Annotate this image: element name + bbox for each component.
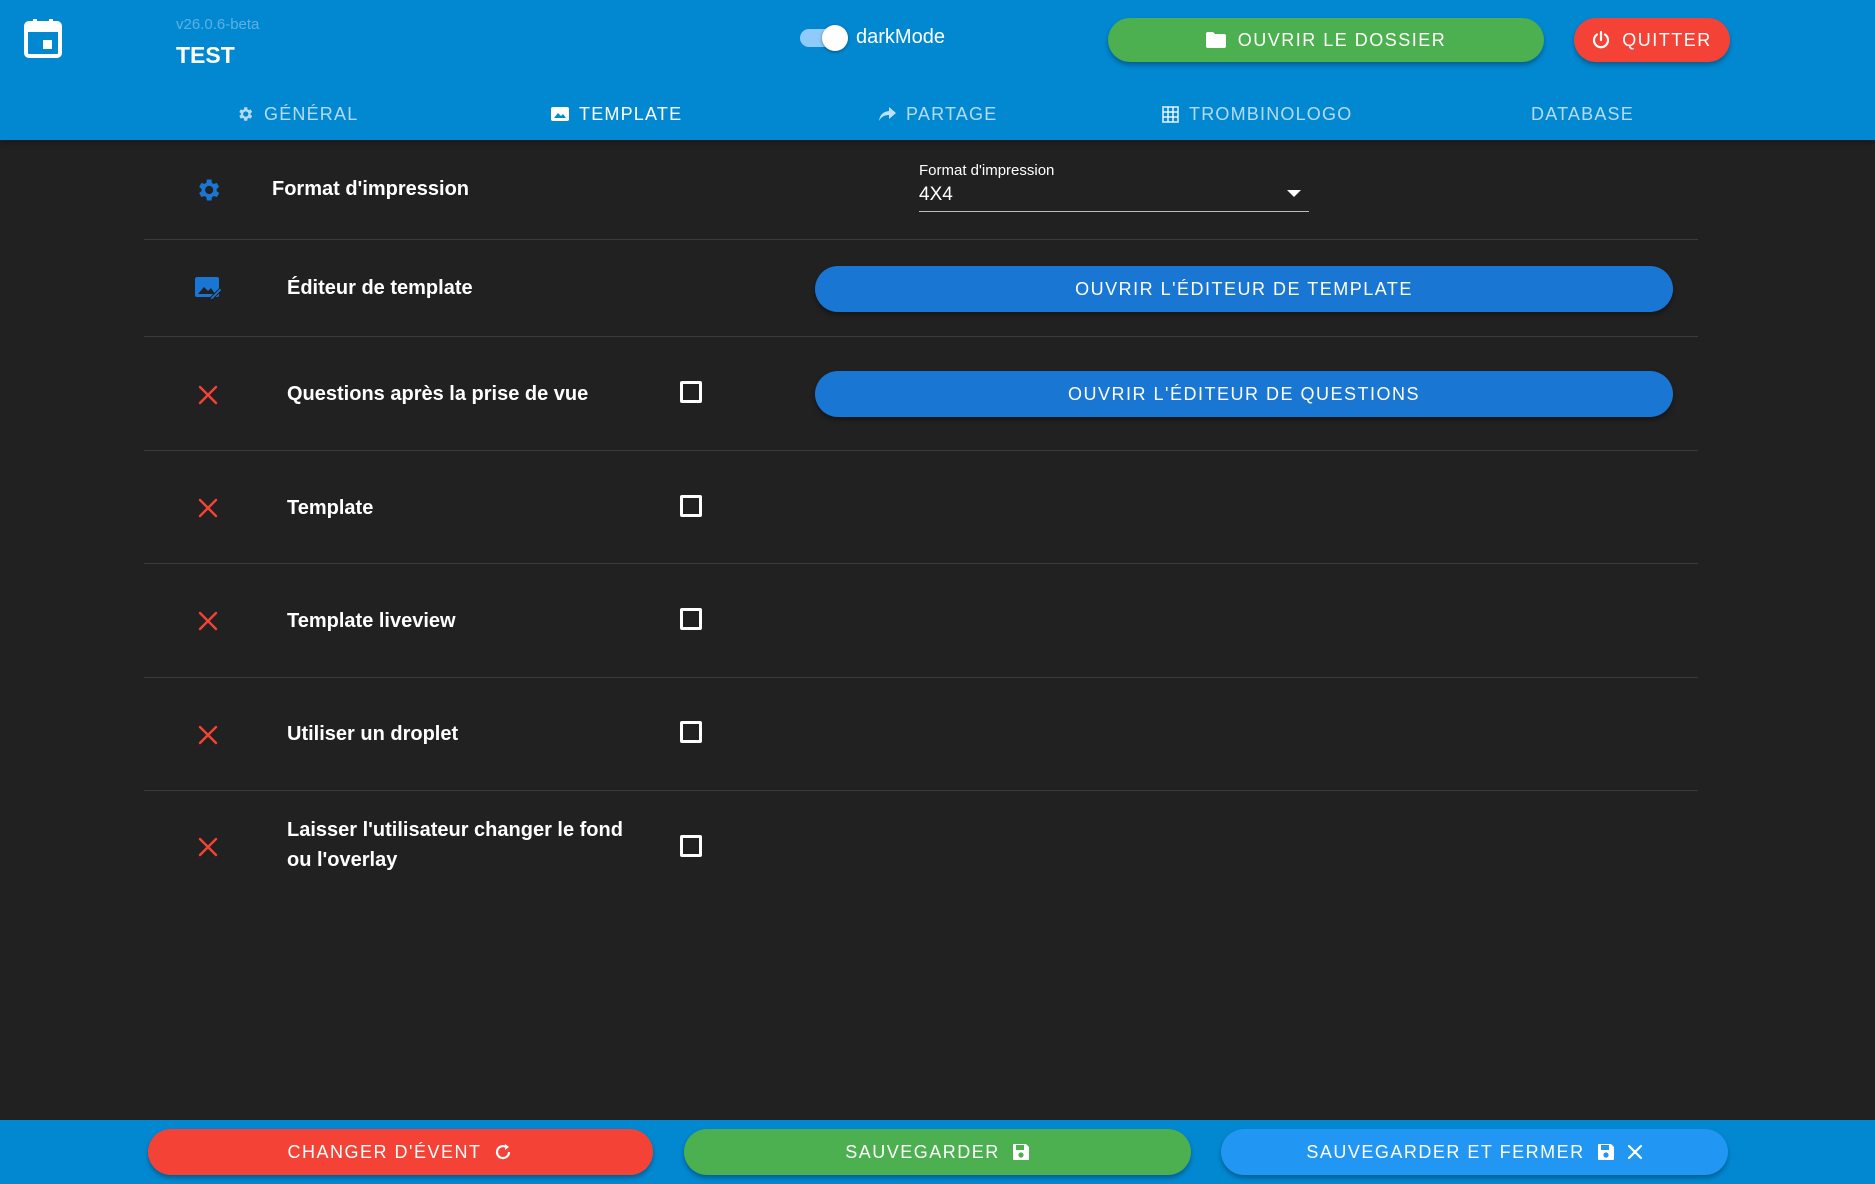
dark-mode-switch[interactable] xyxy=(800,24,848,51)
save-and-close-label: SAUVEGARDER ET FERMER xyxy=(1306,1141,1585,1162)
close-icon xyxy=(192,492,224,524)
tab-label: TEMPLATE xyxy=(579,103,683,124)
power-icon xyxy=(1592,31,1610,49)
template-editor-row: Éditeur de template OUVRIR L'ÉDITEUR DE … xyxy=(144,240,1698,337)
print-format-row: Format d'impression Format d'impression … xyxy=(144,140,1698,240)
change-background-row: Laisser l'utilisateur changer le fond ou… xyxy=(144,791,1698,909)
close-icon xyxy=(192,831,224,863)
image-icon xyxy=(551,106,569,122)
close-icon xyxy=(192,379,224,411)
quit-label: QUITTER xyxy=(1622,29,1712,50)
close-icon xyxy=(192,605,224,637)
change-background-checkbox[interactable] xyxy=(680,835,702,857)
image-edit-icon xyxy=(192,272,224,304)
tab-label: GÉNÉRAL xyxy=(264,103,359,124)
app-footer: CHANGER D'ÉVENT SAUVEGARDER SAUVEGARDER … xyxy=(0,1120,1875,1184)
droplet-label: Utiliser un droplet xyxy=(287,723,459,745)
tab-label: TROMBINOLOGO xyxy=(1189,103,1353,124)
tab-label: PARTAGE xyxy=(906,103,998,124)
open-folder-label: OUVRIR LE DOSSIER xyxy=(1237,29,1447,50)
template-editor-label: Éditeur de template xyxy=(287,277,473,299)
tab-database[interactable]: DATABASE xyxy=(1531,96,1634,132)
template-liveview-label: Template liveview xyxy=(287,610,456,632)
close-icon xyxy=(1627,1144,1643,1160)
quit-button[interactable]: QUITTER xyxy=(1574,18,1730,62)
floppy-icon xyxy=(1597,1143,1615,1161)
open-folder-button[interactable]: OUVRIR LE DOSSIER xyxy=(1108,18,1544,62)
close-icon xyxy=(192,719,224,751)
questions-label: Questions après la prise de vue xyxy=(287,383,589,405)
print-format-label: Format d'impression xyxy=(272,178,470,200)
open-template-editor-button[interactable]: OUVRIR L'ÉDITEUR DE TEMPLATE xyxy=(815,266,1673,312)
change-event-label: CHANGER D'ÉVENT xyxy=(287,1141,482,1162)
calendar-icon[interactable] xyxy=(24,18,62,58)
template-checkbox[interactable] xyxy=(680,495,702,517)
grid-icon xyxy=(1162,105,1179,123)
tab-bar: GÉNÉRAL TEMPLATE PARTAGE TROMBINOLOGO DA… xyxy=(0,96,1875,132)
change-event-button[interactable]: CHANGER D'ÉVENT xyxy=(148,1129,653,1175)
gear-icon xyxy=(192,174,224,206)
template-label: Template xyxy=(287,497,374,519)
save-button[interactable]: SAUVEGARDER xyxy=(684,1129,1191,1175)
save-label: SAUVEGARDER xyxy=(845,1141,1000,1162)
print-format-select[interactable]: Format d'impression 4X4 xyxy=(919,162,1309,212)
template-liveview-row: Template liveview xyxy=(144,564,1698,678)
tab-label: DATABASE xyxy=(1531,103,1634,124)
tab-template[interactable]: TEMPLATE xyxy=(551,96,682,132)
template-row: Template xyxy=(144,451,1698,564)
refresh-icon xyxy=(493,1142,513,1162)
tab-partage[interactable]: PARTAGE xyxy=(878,96,997,132)
print-format-caption: Format d'impression xyxy=(919,162,1055,179)
floppy-icon xyxy=(1012,1143,1030,1161)
gear-icon xyxy=(236,105,254,123)
save-and-close-button[interactable]: SAUVEGARDER ET FERMER xyxy=(1221,1129,1728,1175)
tab-trombinologo[interactable]: TROMBINOLOGO xyxy=(1162,96,1352,132)
tab-general[interactable]: GÉNÉRAL xyxy=(236,96,358,132)
print-format-value: 4X4 xyxy=(919,184,953,205)
droplet-row: Utiliser un droplet xyxy=(144,678,1698,791)
event-name: TEST xyxy=(176,42,235,68)
questions-row: Questions après la prise de vue OUVRIR L… xyxy=(144,337,1698,451)
questions-checkbox[interactable] xyxy=(680,381,702,403)
share-icon xyxy=(878,106,896,122)
app-version: v26.0.6-beta xyxy=(176,16,260,33)
open-questions-editor-button[interactable]: OUVRIR L'ÉDITEUR DE QUESTIONS xyxy=(815,371,1673,417)
app-header: v26.0.6-beta TEST darkMode OUVRIR LE DOS… xyxy=(0,0,1875,140)
change-background-label-line1: Laisser l'utilisateur changer le fond xyxy=(287,819,623,841)
caret-down-icon xyxy=(1287,190,1301,197)
dark-mode-toggle[interactable]: darkMode xyxy=(800,24,945,51)
change-background-label-line2: ou l'overlay xyxy=(287,849,398,871)
change-background-label: Laisser l'utilisateur changer le fond ou… xyxy=(287,815,623,875)
template-liveview-checkbox[interactable] xyxy=(680,608,702,630)
droplet-checkbox[interactable] xyxy=(680,721,702,743)
dark-mode-label: darkMode xyxy=(856,26,945,48)
folder-icon xyxy=(1205,32,1226,48)
switch-thumb xyxy=(822,24,848,51)
